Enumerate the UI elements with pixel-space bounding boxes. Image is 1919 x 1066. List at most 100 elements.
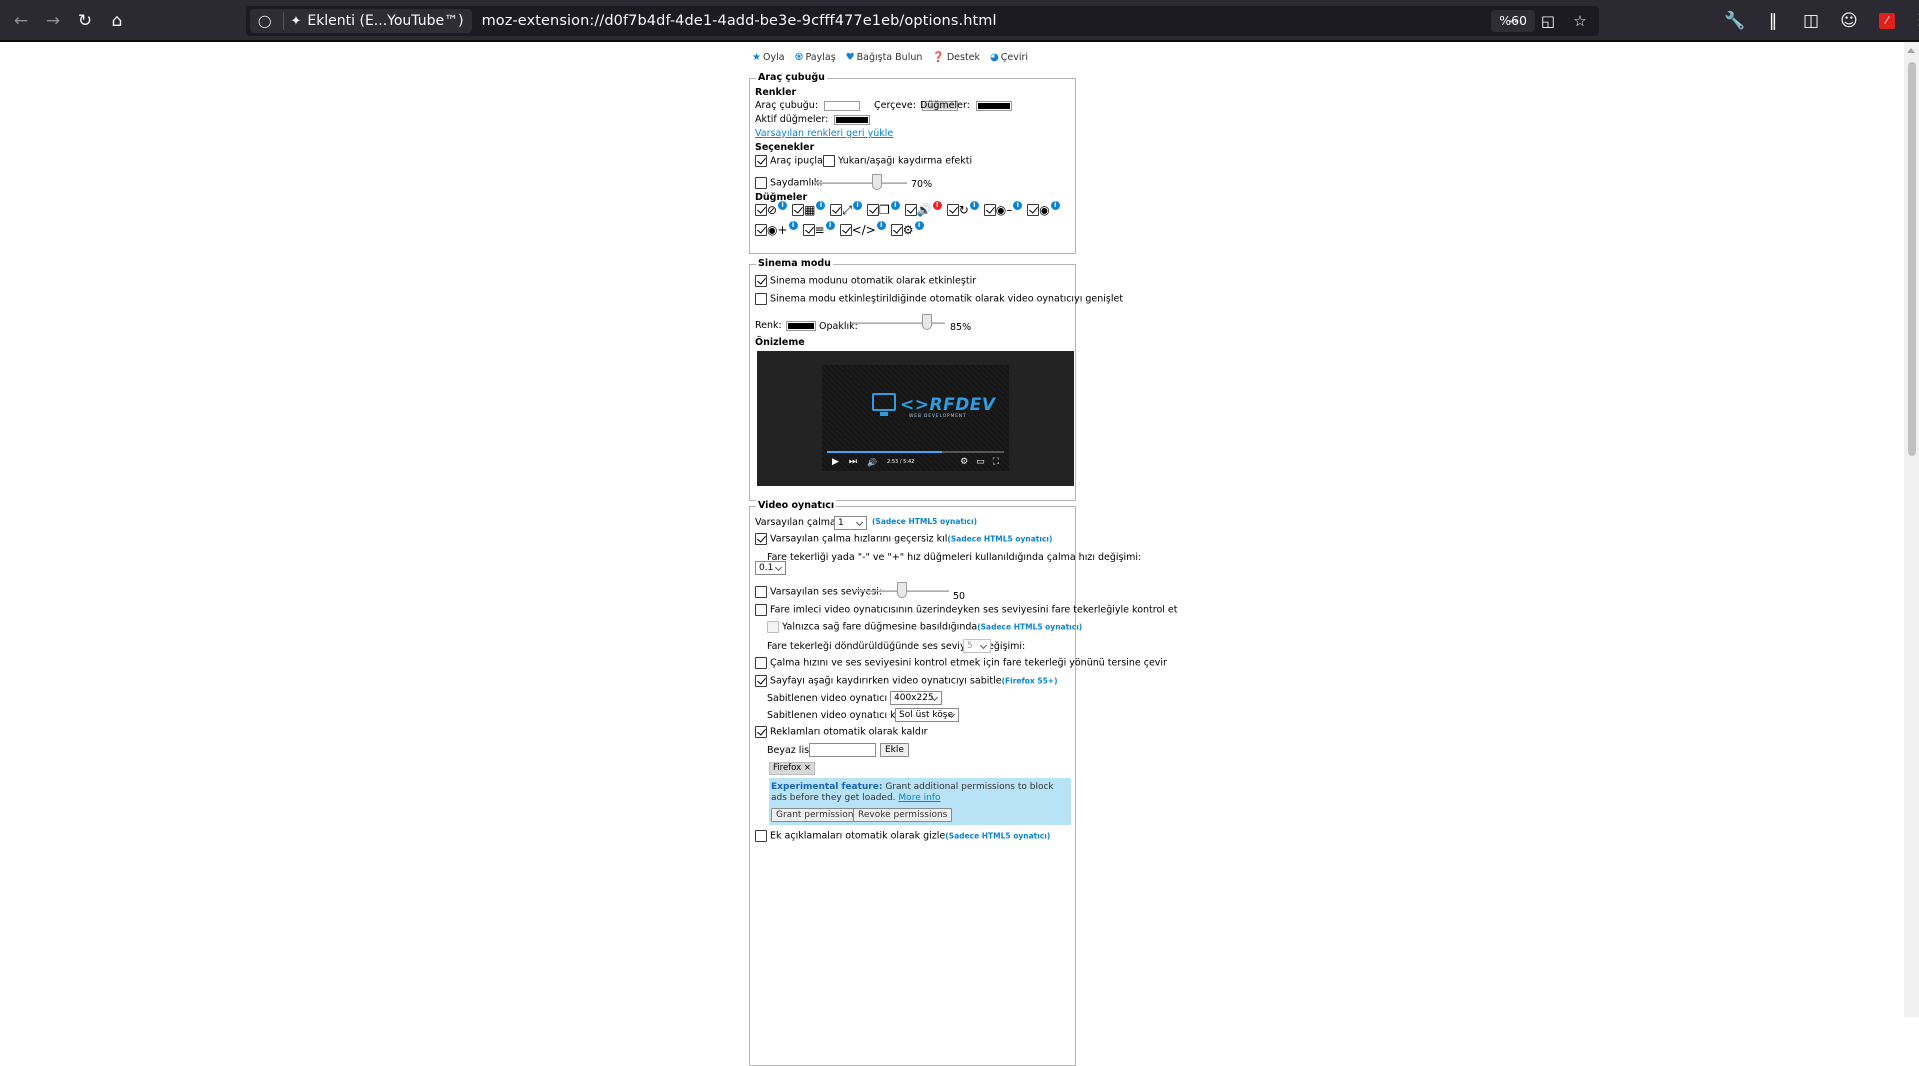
info-icon[interactable]: i <box>890 200 900 210</box>
toolbar-button-code[interactable]: </> i <box>839 220 886 236</box>
checkbox[interactable] <box>1027 204 1040 216</box>
pin-player-checkbox[interactable] <box>755 675 767 687</box>
whitelist-input[interactable] <box>809 743 876 757</box>
translate-link[interactable]: ◕ Çeviri <box>990 52 1028 63</box>
toolbar-button-film[interactable]: ▦ i <box>792 200 826 216</box>
wheel-speed-select[interactable]: 0.1 <box>755 561 786 575</box>
checkbox[interactable] <box>983 204 996 216</box>
scroll-up-arrow-icon[interactable] <box>1907 48 1915 53</box>
tooltips-checkbox[interactable] <box>755 155 767 167</box>
checkbox[interactable] <box>946 204 959 216</box>
transparency-checkbox[interactable] <box>755 177 767 189</box>
reset-colors-link[interactable]: Varsayılan renkleri geri yükle <box>755 128 893 139</box>
page-actions-icon[interactable]: ⋯ <box>1503 9 1529 33</box>
override-speeds-checkbox[interactable] <box>755 533 767 545</box>
shield-icon[interactable]: ◯ <box>258 14 271 28</box>
default-volume-checkbox[interactable] <box>755 586 767 598</box>
cinema-color-swatch[interactable] <box>785 320 816 331</box>
slider-thumb[interactable] <box>872 174 882 190</box>
info-icon[interactable]: i <box>853 200 863 210</box>
hide-annotations-checkbox[interactable] <box>755 830 767 842</box>
cinema-auto-enable-checkbox[interactable] <box>755 275 767 287</box>
share-link[interactable]: ♼ Paylaş <box>795 52 836 63</box>
wrench-icon[interactable]: 🔧 <box>1718 6 1752 36</box>
account-icon[interactable]: ☺ <box>1832 6 1866 36</box>
checkbox[interactable] <box>839 224 852 236</box>
checkbox[interactable] <box>792 204 805 216</box>
transparency-slider[interactable] <box>813 174 907 190</box>
toolbar-button-speed-minus[interactable]: ◉– i <box>983 200 1023 216</box>
checkbox[interactable] <box>867 204 880 216</box>
checkbox[interactable] <box>755 224 767 236</box>
toolbar-button-expand[interactable]: ⤢ i <box>830 200 863 216</box>
donate-link[interactable]: ♥ Bağışta Bulun <box>846 52 923 63</box>
override-speeds-label: Varsayılan çalma hızlarını geçersiz kıl <box>770 533 948 545</box>
toolbar-color-swatch[interactable] <box>824 100 861 111</box>
sidebar-icon[interactable]: ◫ <box>1794 6 1828 36</box>
more-info-link[interactable]: More info <box>898 793 940 803</box>
page-scrollbar[interactable] <box>1904 42 1919 1017</box>
library-icon[interactable]: ‖ <box>1756 6 1790 36</box>
url-bar[interactable]: ◯ ✦ Eklenti (E...YouTube™) moz-extension… <box>246 6 1599 36</box>
rate-link[interactable]: ★ Oyla <box>752 52 785 63</box>
invert-wheel-checkbox[interactable] <box>755 657 767 669</box>
info-icon[interactable]: i <box>876 220 886 230</box>
checkbox[interactable] <box>890 224 903 236</box>
checkbox[interactable] <box>802 224 815 236</box>
volume-step-select[interactable]: 5 <box>963 639 991 653</box>
whitelist-tag[interactable]: Firefox × <box>769 762 815 775</box>
url-text[interactable]: moz-extension://d0f7b4df-4de1-4add-be3e-… <box>482 13 997 29</box>
checkbox[interactable] <box>755 204 767 216</box>
reload-button[interactable]: ↻ <box>70 6 100 36</box>
toolbar-button-speed-plus[interactable]: ◉+ i <box>755 220 798 236</box>
forward-button[interactable]: → <box>38 6 68 36</box>
info-icon[interactable]: ! <box>932 200 942 210</box>
buttons-color-swatch[interactable] <box>975 100 1012 111</box>
pin-player-label: Sayfayı aşağı kaydırırken video oynatıcı… <box>770 675 1002 687</box>
toolbar-button-loop[interactable]: ↻ i <box>946 200 979 216</box>
toolbar-button-settings[interactable]: ⚙ i <box>890 220 924 236</box>
back-button[interactable]: ← <box>6 6 36 36</box>
pinned-size-select[interactable]: 400x225 <box>890 691 942 705</box>
info-icon[interactable]: i <box>914 220 924 230</box>
scroll-thumb[interactable] <box>1908 62 1916 456</box>
support-link[interactable]: ❓ Destek <box>932 52 980 63</box>
info-icon[interactable]: i <box>778 200 788 210</box>
slider-thumb[interactable] <box>897 582 907 598</box>
extension-icon[interactable]: ⁄ <box>1870 6 1904 36</box>
info-icon[interactable]: i <box>816 200 826 210</box>
active-buttons-color-swatch[interactable] <box>834 114 871 125</box>
toolbar-button-speed[interactable]: ◉ i <box>1027 200 1060 216</box>
whitelist-add-button[interactable]: Ekle <box>880 743 909 757</box>
cinema-auto-expand-label: Sinema modu etkinleştirildiğinde otomati… <box>770 293 1124 305</box>
toolbar-button-copy[interactable]: ❐ i <box>867 200 900 216</box>
cinema-auto-expand-checkbox[interactable] <box>755 293 767 305</box>
toolbar-button-block[interactable]: ⊘ i <box>755 200 788 216</box>
home-button[interactable]: ⌂ <box>102 6 132 36</box>
remove-ads-checkbox[interactable] <box>755 726 767 738</box>
invert-wheel-label: Çalma hızını ve ses seviyesini kontrol e… <box>770 657 1167 669</box>
toolbar-button-sliders[interactable]: ≡ i <box>802 220 835 236</box>
toolbar-button-volume[interactable]: 🔊! <box>904 200 942 216</box>
grant-permissions-button[interactable]: Grant permissions <box>771 808 864 822</box>
slider-thumb[interactable] <box>922 314 932 330</box>
cinema-opacity-slider[interactable] <box>851 314 945 330</box>
info-icon[interactable]: i <box>788 220 798 230</box>
info-icon[interactable]: i <box>825 220 835 230</box>
pocket-icon[interactable]: ◱ <box>1535 9 1561 33</box>
default-volume-slider[interactable] <box>855 582 949 598</box>
revoke-permissions-button[interactable]: Revoke permissions <box>853 808 953 822</box>
wheel-volume-checkbox[interactable] <box>755 604 767 616</box>
pinned-position-select[interactable]: Sol üst köşe <box>895 708 959 722</box>
default-speed-select[interactable]: 1 <box>834 516 867 530</box>
menu-icon[interactable]: ☰ <box>1908 6 1919 36</box>
info-icon[interactable]: i <box>1050 200 1060 210</box>
bookmark-star-icon[interactable]: ☆ <box>1567 9 1593 33</box>
right-click-only-checkbox[interactable] <box>767 621 779 633</box>
checkbox[interactable] <box>830 204 843 216</box>
checkbox[interactable] <box>904 204 917 216</box>
info-icon[interactable]: i <box>969 200 979 210</box>
scroll-effect-checkbox[interactable] <box>823 155 835 167</box>
info-icon[interactable]: i <box>1013 200 1023 210</box>
site-identity[interactable]: ◯ ✦ Eklenti (E...YouTube™) <box>250 9 472 33</box>
